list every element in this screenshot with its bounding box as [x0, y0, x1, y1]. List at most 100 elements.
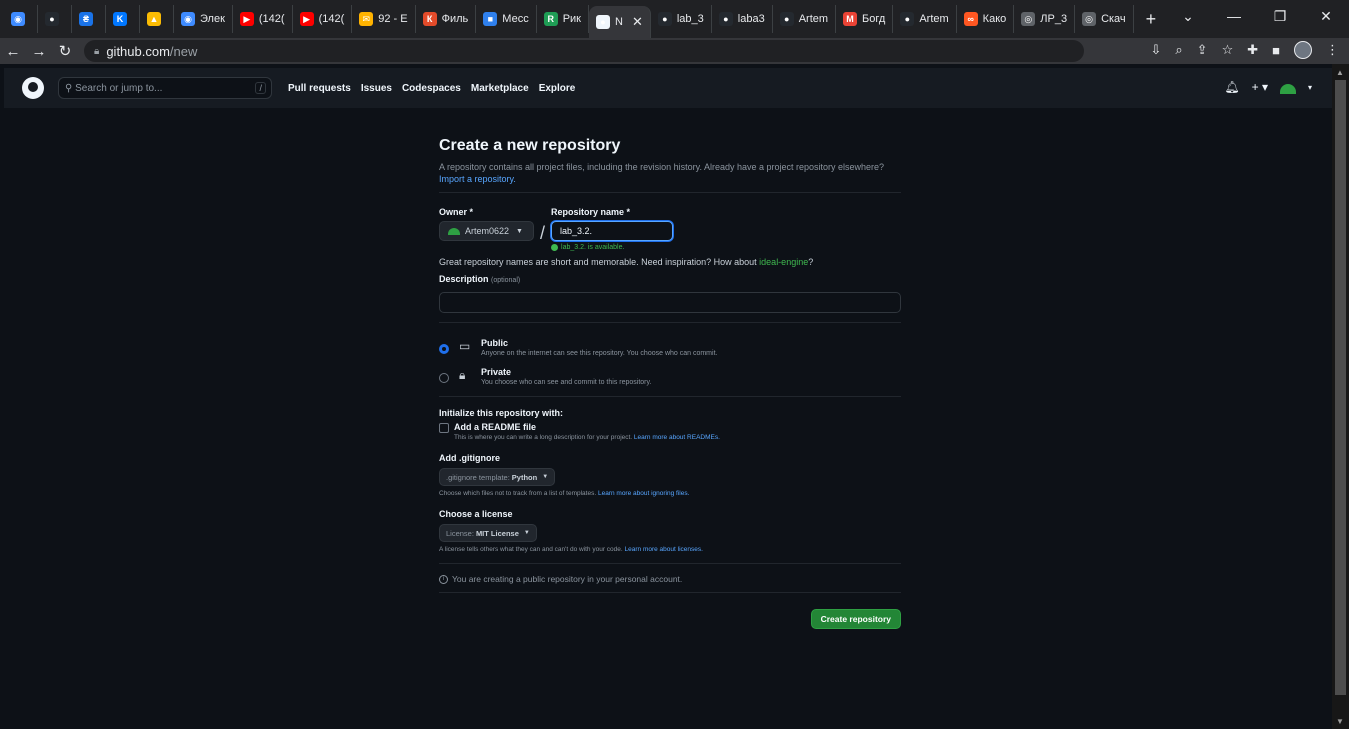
- browser-tab[interactable]: ▶ (142(: [293, 5, 353, 33]
- browser-tab[interactable]: ◉ Элек: [174, 5, 233, 33]
- browser-tab[interactable]: ● Artem: [893, 5, 957, 33]
- new-repo-form: Create a new repository A repository con…: [439, 137, 901, 630]
- restore-icon[interactable]: ❐: [1257, 8, 1303, 25]
- gitignore-value: Python: [511, 472, 538, 482]
- page-edge: [0, 64, 4, 729]
- repo-name-label: Repository name *: [551, 207, 631, 218]
- search-shortcut-key: /: [255, 82, 266, 94]
- nav-codespaces[interactable]: Codespaces: [402, 83, 461, 94]
- tab-favicon-icon: ✉: [359, 12, 374, 26]
- install-icon[interactable]: ⇩: [1150, 42, 1161, 58]
- tab-label: (142(: [318, 13, 345, 25]
- forward-icon[interactable]: →: [26, 43, 52, 60]
- license-prefix: License:: [446, 528, 474, 538]
- license-learn-link[interactable]: Learn more about licenses.: [625, 546, 703, 553]
- scroll-up-icon[interactable]: ▲: [1336, 68, 1344, 77]
- nav-pull-requests[interactable]: Pull requests: [288, 83, 351, 94]
- repo-name-input[interactable]: lab_3.2.: [551, 221, 674, 242]
- create-repository-button[interactable]: Create repository: [810, 609, 901, 630]
- browser-tab[interactable]: ◎ Скач: [1075, 5, 1134, 33]
- gitignore-dropdown[interactable]: .gitignore template: Python ▼: [439, 468, 556, 487]
- browser-tab[interactable]: ✉ 92 - E: [352, 5, 416, 33]
- owner-label: Owner *: [439, 207, 474, 218]
- tab-search-icon[interactable]: ⌄: [1165, 8, 1211, 25]
- tab-label: laba3: [737, 13, 765, 25]
- browser-tab[interactable]: ◎ ЛР_3: [1014, 5, 1076, 33]
- create-new-plus-icon[interactable]: + ▾: [1252, 80, 1268, 94]
- readme-option[interactable]: Add a README file This is where you can …: [439, 422, 901, 441]
- browser-tab[interactable]: ₴: [72, 5, 106, 33]
- name-suggestion: Great repository names are short and mem…: [439, 257, 901, 267]
- browser-tab[interactable]: ◉: [4, 5, 38, 33]
- private-radio[interactable]: [439, 373, 449, 384]
- license-hint: A license tells others what they can and…: [439, 546, 901, 553]
- back-icon[interactable]: ←: [0, 43, 26, 60]
- close-window-icon[interactable]: ✕: [1303, 8, 1349, 25]
- zoom-icon[interactable]: ⌕: [1175, 42, 1182, 58]
- browser-tab-strip: ◉ ● ₴ K ▲ ◉ Элек ▶ (142(▶ (142(✉ 92 - E К Филь ■ Месс R…: [0, 0, 1349, 38]
- tab-label: Како: [982, 13, 1007, 25]
- nav-marketplace[interactable]: Marketplace: [471, 83, 529, 94]
- public-notice: i You are creating a public repository i…: [439, 574, 901, 584]
- suggestion-link[interactable]: ideal-engine: [759, 257, 808, 267]
- tab-favicon-icon: ■: [483, 12, 498, 26]
- avatar-caret-icon[interactable]: ▾: [1308, 83, 1312, 92]
- readme-desc-text: This is where you can write a long descr…: [454, 434, 634, 442]
- scrollbar-thumb[interactable]: [1335, 80, 1346, 695]
- visibility-private[interactable]: 🔒︎ Private You choose who can see and co…: [439, 367, 901, 386]
- description-label: Description (optional): [439, 274, 901, 284]
- license-dropdown[interactable]: License: MIT License ▼: [439, 524, 537, 543]
- profile-avatar[interactable]: [1294, 41, 1312, 59]
- tab-close-icon[interactable]: ✕: [632, 14, 643, 30]
- nav-issues[interactable]: Issues: [361, 83, 392, 94]
- nav-explore[interactable]: Explore: [539, 83, 576, 94]
- page-scrollbar[interactable]: ▲ ▼: [1332, 64, 1349, 729]
- minimize-icon[interactable]: —: [1211, 8, 1257, 24]
- readme-checkbox[interactable]: [439, 423, 449, 434]
- address-bar[interactable]: 🔒︎ github.com/new: [84, 40, 1084, 62]
- browser-tab[interactable]: M Богд: [836, 5, 894, 33]
- new-tab-button[interactable]: +: [1134, 9, 1169, 30]
- suggestion-text: Great repository names are short and mem…: [439, 257, 760, 268]
- extensions-puzzle-icon[interactable]: ✚: [1247, 42, 1258, 58]
- github-logo-icon[interactable]: [22, 77, 44, 99]
- tab-label: ЛР_3: [1040, 13, 1068, 25]
- browser-tab[interactable]: ▲: [140, 5, 174, 33]
- browser-toolbar: ← → ↻ 🔒︎ github.com/new ⇩ ⌕ ⇪ ☆ ✚ ■ ⋮: [0, 38, 1349, 64]
- notifications-bell-icon[interactable]: 🔔︎: [1224, 80, 1239, 94]
- page-subtitle: A repository contains all project files,…: [439, 161, 901, 185]
- browser-tab[interactable]: K: [106, 5, 140, 33]
- browser-tab[interactable]: К Филь: [416, 5, 477, 33]
- check-circle-icon: [551, 244, 559, 252]
- browser-tab[interactable]: ■ Месс: [476, 5, 537, 33]
- import-repository-link[interactable]: Import a repository.: [439, 174, 516, 184]
- owner-dropdown[interactable]: Artem0622 ▼: [439, 221, 534, 242]
- browser-tab[interactable]: ●: [38, 5, 72, 33]
- readme-learn-link[interactable]: Learn more about READMEs.: [634, 434, 720, 441]
- scroll-down-icon[interactable]: ▼: [1336, 717, 1344, 726]
- reload-icon[interactable]: ↻: [52, 42, 78, 60]
- description-input[interactable]: [439, 292, 901, 314]
- menu-kebab-icon[interactable]: ⋮: [1326, 42, 1339, 58]
- user-avatar[interactable]: [1279, 84, 1296, 94]
- search-input[interactable]: ⚲ Search or jump to... /: [58, 77, 272, 99]
- owner-value: Artem0622: [465, 226, 510, 237]
- browser-tab[interactable]: ● Artem: [773, 5, 837, 33]
- sidepanel-icon[interactable]: ■: [1272, 43, 1280, 58]
- browser-tab[interactable]: ▶ (142(: [233, 5, 293, 33]
- browser-tab[interactable]: ● lab_3: [651, 5, 712, 33]
- description-optional: (optional): [491, 277, 521, 285]
- browser-tab[interactable]: ● laba3: [712, 5, 773, 33]
- public-radio[interactable]: [439, 344, 449, 355]
- browser-tab[interactable]: ∞ Како: [957, 5, 1015, 33]
- share-icon[interactable]: ⇪: [1197, 42, 1208, 58]
- public-desc: Anyone on the internet can see this repo…: [481, 350, 718, 358]
- browser-tab[interactable]: ● N ✕: [589, 6, 651, 38]
- tab-label: Artem: [798, 13, 829, 25]
- bookmark-star-icon[interactable]: ☆: [1222, 42, 1234, 58]
- gitignore-learn-link[interactable]: Learn more about ignoring files.: [598, 490, 689, 497]
- browser-tab[interactable]: R Рик: [537, 5, 589, 33]
- public-title: Public: [481, 338, 509, 349]
- visibility-public[interactable]: ▭ Public Anyone on the internet can see …: [439, 338, 901, 357]
- tab-favicon-icon: К: [422, 12, 437, 26]
